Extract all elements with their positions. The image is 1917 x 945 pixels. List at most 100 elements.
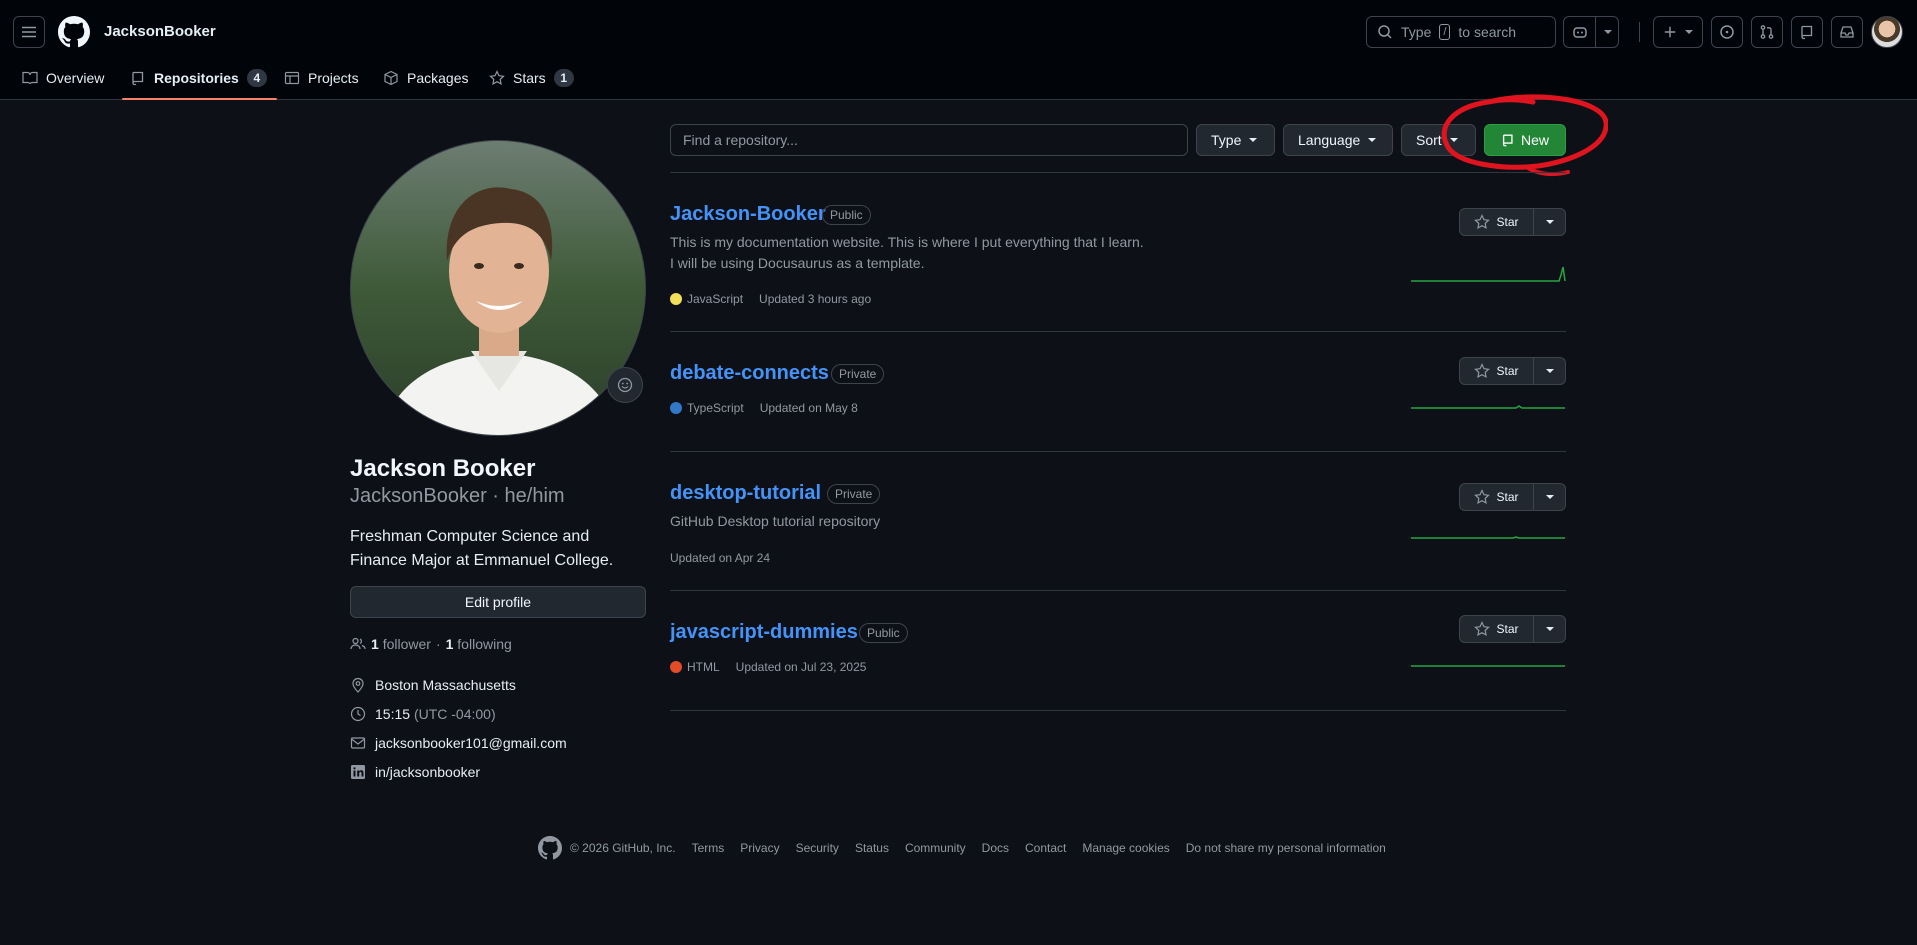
repositories-button[interactable] — [1791, 16, 1823, 48]
copilot-button[interactable] — [1563, 16, 1619, 48]
star-action[interactable]: Star — [1460, 616, 1534, 642]
following-link[interactable]: 1 following — [446, 636, 512, 652]
follow-separator: · — [435, 636, 441, 652]
tab-repositories[interactable]: Repositories 4 — [122, 56, 277, 100]
visibility-badge: Private — [827, 484, 881, 504]
tab-overview[interactable]: Overview — [22, 56, 104, 100]
list-divider — [670, 590, 1566, 591]
star-list-dropdown[interactable] — [1534, 209, 1565, 235]
repo-icon — [1502, 134, 1513, 147]
footer-link-status[interactable]: Status — [855, 841, 889, 855]
set-status-button[interactable] — [607, 367, 643, 403]
followers-label: follower — [382, 636, 431, 652]
star-action[interactable]: Star — [1460, 209, 1534, 235]
repo-name-link[interactable]: debate-connects — [670, 362, 829, 385]
visibility-badge: Public — [822, 205, 871, 225]
search-box[interactable]: Type / to search — [1366, 16, 1556, 48]
footer-link-security[interactable]: Security — [796, 841, 839, 855]
tab-stars[interactable]: Stars 1 — [489, 56, 574, 100]
mail-icon — [350, 737, 366, 749]
tab-projects[interactable]: Projects — [284, 56, 359, 100]
footer-link-do-not-share[interactable]: Do not share my personal information — [1186, 841, 1386, 855]
tab-label: Repositories — [154, 70, 239, 86]
inbox-icon — [1840, 26, 1854, 38]
sort-filter-button[interactable]: Sort — [1401, 124, 1476, 156]
clock-icon — [350, 706, 366, 722]
email-link[interactable]: jacksonbooker101@gmail.com — [375, 735, 567, 751]
chevron-down-icon — [1545, 495, 1554, 499]
list-divider — [670, 710, 1566, 711]
profile-local-time: 15:15 (UTC -04:00) — [350, 706, 496, 722]
repositories-count: 4 — [246, 69, 267, 87]
edit-profile-button[interactable]: Edit profile — [350, 586, 646, 618]
star-action[interactable]: Star — [1460, 484, 1534, 510]
profile-linkedin[interactable]: in/jacksonbooker — [350, 764, 480, 780]
chevron-down-icon — [1449, 138, 1458, 142]
github-logo-icon[interactable] — [58, 16, 90, 48]
repo-name-link[interactable]: Jackson-Booker — [670, 203, 826, 226]
followers-link[interactable]: 1 follower — [371, 636, 431, 652]
tab-packages[interactable]: Packages — [383, 56, 468, 100]
location-text: Boston Massachusetts — [375, 677, 516, 693]
user-avatar[interactable] — [1871, 16, 1903, 48]
search-icon — [1378, 25, 1392, 39]
repo-updated: Updated on Jul 23, 2025 — [735, 660, 867, 674]
footer-link-privacy[interactable]: Privacy — [740, 841, 779, 855]
new-repository-button[interactable]: New — [1484, 124, 1566, 156]
footer: © 2026 GitHub, Inc. Terms Privacy Securi… — [538, 836, 1386, 860]
star-label: Star — [1496, 490, 1519, 504]
footer-link-docs[interactable]: Docs — [982, 841, 1009, 855]
star-icon — [1474, 621, 1491, 637]
type-filter-button[interactable]: Type — [1196, 124, 1275, 156]
people-icon — [350, 637, 366, 650]
footer-link-terms[interactable]: Terms — [692, 841, 725, 855]
github-logo-icon[interactable] — [538, 836, 562, 860]
search-suffix: to search — [1458, 24, 1517, 40]
profile-avatar[interactable] — [350, 140, 646, 436]
star-list-dropdown[interactable] — [1534, 358, 1565, 384]
star-button[interactable]: Star — [1459, 615, 1566, 643]
star-button[interactable]: Star — [1459, 483, 1566, 511]
star-button[interactable]: Star — [1459, 357, 1566, 385]
repo-icon — [1801, 25, 1813, 40]
star-list-dropdown[interactable] — [1534, 616, 1565, 642]
table-icon — [284, 71, 300, 85]
linkedin-link[interactable]: in/jacksonbooker — [375, 764, 480, 780]
repo-name-link[interactable]: desktop-tutorial — [670, 482, 821, 505]
footer-link-contact[interactable]: Contact — [1025, 841, 1066, 855]
hamburger-icon — [22, 26, 36, 38]
profile-email[interactable]: jacksonbooker101@gmail.com — [350, 735, 567, 751]
type-filter-label: Type — [1211, 132, 1242, 148]
followers-count: 1 — [371, 636, 379, 652]
create-new-button[interactable] — [1653, 16, 1703, 48]
repo-name-link[interactable]: javascript-dummies — [670, 621, 858, 644]
footer-link-community[interactable]: Community — [905, 841, 966, 855]
star-action[interactable]: Star — [1460, 358, 1534, 384]
footer-link-manage-cookies[interactable]: Manage cookies — [1082, 841, 1169, 855]
inbox-button[interactable] — [1831, 16, 1863, 48]
copilot-icon — [1573, 27, 1587, 38]
profile-login-pronouns: JacksonBooker · he/him — [350, 485, 565, 507]
local-time: 15:15 — [375, 706, 411, 722]
issues-button[interactable] — [1711, 16, 1743, 48]
star-list-dropdown[interactable] — [1534, 484, 1565, 510]
chevron-down-icon — [1249, 138, 1258, 142]
star-button[interactable]: Star — [1459, 208, 1566, 236]
package-icon — [384, 70, 398, 86]
repo-description: This is my documentation website. This i… — [670, 234, 1144, 271]
chevron-down-icon — [1545, 627, 1554, 631]
find-repository-input[interactable] — [670, 124, 1188, 156]
language-label: HTML — [687, 660, 720, 674]
linkedin-icon — [351, 765, 365, 779]
language-filter-button[interactable]: Language — [1283, 124, 1393, 156]
git-pull-request-icon — [1760, 25, 1774, 39]
chevron-down-icon — [1545, 369, 1554, 373]
repo-updated: Updated on May 8 — [759, 401, 858, 415]
sort-filter-label: Sort — [1416, 132, 1442, 148]
visibility-badge: Private — [831, 364, 885, 384]
copyright: © 2026 GitHub, Inc. — [570, 841, 676, 855]
menu-button[interactable] — [13, 16, 45, 48]
owner-name[interactable]: JacksonBooker — [104, 23, 216, 40]
pull-requests-button[interactable] — [1751, 16, 1783, 48]
language-filter-label: Language — [1298, 132, 1361, 148]
